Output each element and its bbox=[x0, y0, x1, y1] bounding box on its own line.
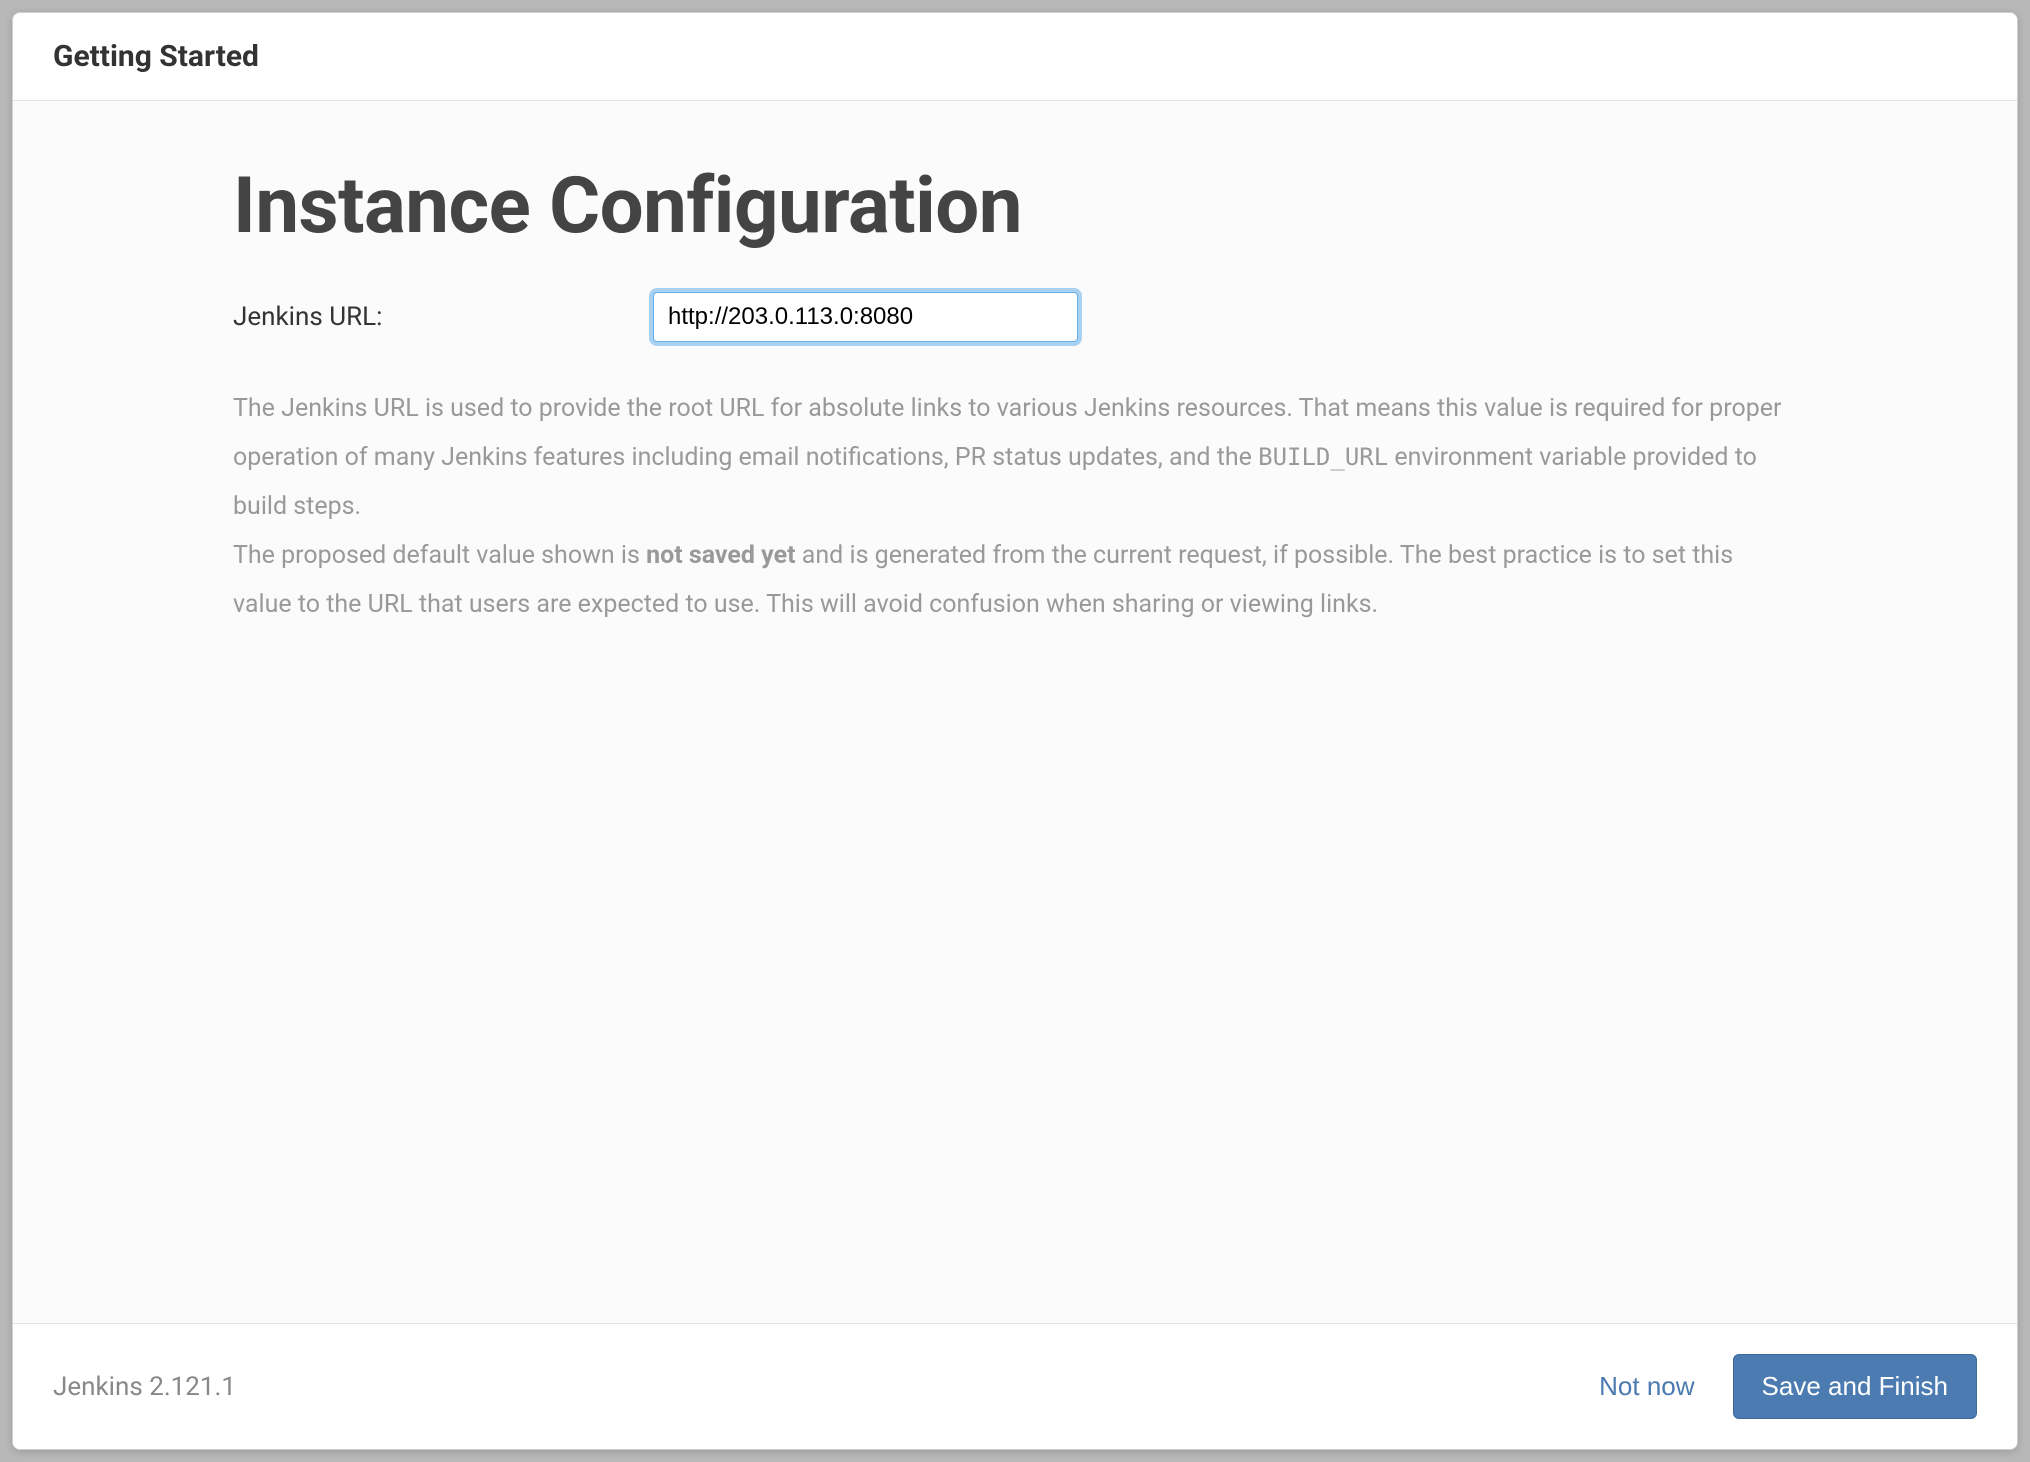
modal-header: Getting Started bbox=[13, 13, 2017, 101]
not-saved-yet-bold: not saved yet bbox=[646, 541, 796, 570]
description-block: The Jenkins URL is used to provide the r… bbox=[233, 384, 1797, 629]
setup-wizard-modal: Getting Started Instance Configuration J… bbox=[12, 12, 2018, 1450]
page-title: Instance Configuration bbox=[233, 161, 1797, 252]
footer-actions: Not now Save and Finish bbox=[1595, 1354, 1977, 1419]
desc-text: The proposed default value shown is bbox=[233, 541, 646, 570]
jenkins-url-input[interactable] bbox=[653, 292, 1078, 342]
modal-body: Instance Configuration Jenkins URL: The … bbox=[13, 101, 2017, 1323]
description-paragraph-2: The proposed default value shown is not … bbox=[233, 531, 1797, 629]
jenkins-version: Jenkins 2.121.1 bbox=[53, 1372, 236, 1402]
jenkins-url-row: Jenkins URL: bbox=[233, 292, 1797, 342]
jenkins-url-label: Jenkins URL: bbox=[233, 302, 653, 332]
modal-title: Getting Started bbox=[53, 39, 1977, 74]
not-now-button[interactable]: Not now bbox=[1595, 1365, 1698, 1408]
save-and-finish-button[interactable]: Save and Finish bbox=[1733, 1354, 1977, 1419]
modal-footer: Jenkins 2.121.1 Not now Save and Finish bbox=[13, 1323, 2017, 1449]
build-url-code: BUILD_URL bbox=[1258, 443, 1388, 471]
description-paragraph-1: The Jenkins URL is used to provide the r… bbox=[233, 384, 1797, 531]
